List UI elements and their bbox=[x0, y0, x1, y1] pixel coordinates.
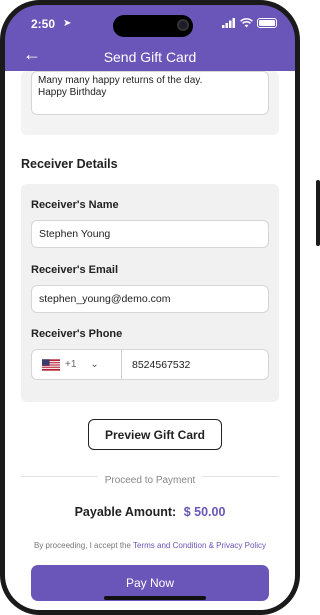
power-button bbox=[316, 180, 320, 246]
page-title: Send Gift Card bbox=[103, 49, 197, 65]
terms-prefix: By proceeding, I accept the bbox=[34, 541, 134, 550]
terms-text: By proceeding, I accept the Terms and Co… bbox=[5, 541, 295, 550]
message-line: Happy Birthday bbox=[38, 87, 107, 98]
receiver-email-value: stephen_young@demo.com bbox=[39, 293, 171, 305]
message-card: Many many happy returns of the day. Happ… bbox=[21, 71, 279, 135]
message-line: Many many happy returns of the day. bbox=[38, 75, 203, 86]
section-title: Receiver Details bbox=[21, 157, 118, 171]
receiver-phone-label: Receiver's Phone bbox=[31, 328, 123, 340]
camera-icon bbox=[177, 19, 189, 31]
chevron-down-icon: ⌄ bbox=[90, 359, 99, 370]
receiver-name-input[interactable]: Stephen Young bbox=[31, 220, 269, 248]
battery-icon bbox=[257, 18, 277, 28]
nav-bar: ← Send Gift Card bbox=[5, 41, 295, 73]
proceed-to-payment-label: Proceed to Payment bbox=[97, 475, 203, 486]
payable-value: $ 50.00 bbox=[183, 505, 226, 519]
status-icons bbox=[222, 18, 277, 28]
preview-gift-card-button[interactable]: Preview Gift Card bbox=[88, 419, 222, 450]
status-time: 2:50 bbox=[31, 17, 56, 31]
side-button bbox=[0, 122, 4, 144]
status-bar: 2:50 ➤ bbox=[5, 5, 295, 39]
content: Many many happy returns of the day. Happ… bbox=[5, 71, 295, 610]
message-textarea[interactable]: Many many happy returns of the day. Happ… bbox=[31, 71, 269, 115]
phone-frame: 2:50 ➤ ← Send Gift Card Many many happy … bbox=[0, 0, 300, 615]
us-flag-icon bbox=[42, 358, 60, 371]
screen: 2:50 ➤ ← Send Gift Card Many many happy … bbox=[5, 5, 295, 610]
receiver-phone-value: 8524567532 bbox=[132, 358, 191, 371]
country-code-select[interactable]: +1 ⌄ bbox=[32, 350, 122, 379]
location-arrow-icon: ➤ bbox=[63, 18, 72, 29]
home-indicator bbox=[104, 596, 206, 600]
terms-link[interactable]: Terms and Condition & Privacy Policy bbox=[133, 541, 266, 550]
divider-label: Proceed to Payment bbox=[5, 470, 295, 488]
volume-button bbox=[0, 165, 4, 211]
payable-amount: Payable Amount: $ 50.00 bbox=[5, 505, 295, 519]
payable-label: Payable Amount: bbox=[74, 505, 177, 519]
receiver-email-input[interactable]: stephen_young@demo.com bbox=[31, 285, 269, 313]
receiver-card: Receiver's Name Stephen Young Receiver's… bbox=[21, 184, 279, 402]
receiver-name-label: Receiver's Name bbox=[31, 199, 119, 211]
receiver-name-value: Stephen Young bbox=[39, 228, 111, 240]
receiver-phone-input[interactable]: +1 ⌄ 8524567532 bbox=[31, 349, 269, 380]
wifi-icon bbox=[240, 18, 253, 28]
signal-icon bbox=[222, 18, 235, 28]
receiver-email-label: Receiver's Email bbox=[31, 264, 119, 276]
country-code: +1 bbox=[65, 359, 77, 370]
